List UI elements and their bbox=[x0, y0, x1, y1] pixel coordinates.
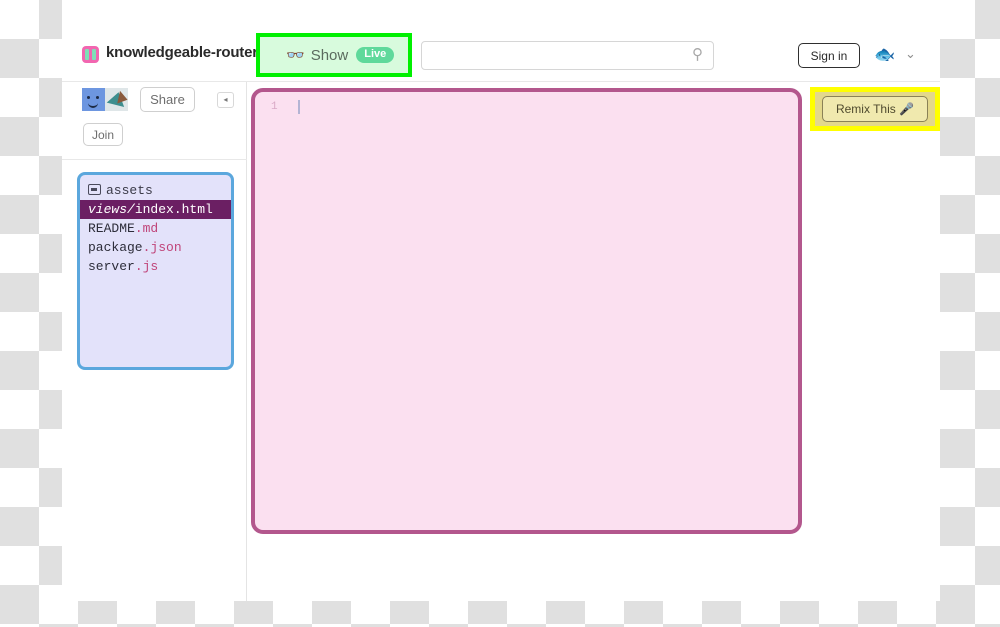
file-base: index bbox=[134, 202, 174, 217]
remix-button-highlight: Remix This 🎤 bbox=[810, 87, 940, 131]
join-button[interactable]: Join bbox=[83, 123, 123, 146]
file-list-item-index-html[interactable]: views/index.html bbox=[80, 200, 231, 219]
share-button[interactable]: Share bbox=[140, 87, 195, 112]
search-icon[interactable]: ⚲ bbox=[692, 47, 706, 63]
search-box[interactable]: ⚲ bbox=[421, 41, 714, 70]
sidebar-divider bbox=[62, 159, 247, 160]
teal-shape-avatar[interactable] bbox=[105, 88, 128, 111]
project-name: knowledgeable-router bbox=[106, 44, 258, 61]
file-list-panel: assets views/index.html README.md packag… bbox=[77, 172, 234, 370]
editor-line-number: 1 bbox=[271, 101, 278, 113]
editor-caret bbox=[298, 100, 300, 114]
file-ext: .md bbox=[134, 221, 159, 236]
show-label: Show bbox=[310, 46, 349, 64]
project-book-icon bbox=[82, 46, 99, 63]
file-base: server bbox=[88, 259, 135, 274]
sign-in-button[interactable]: Sign in bbox=[798, 43, 860, 68]
remix-this-button[interactable]: Remix This 🎤 bbox=[822, 96, 928, 122]
show-live-button[interactable]: 👓 Show Live bbox=[256, 33, 412, 77]
file-dir: views/ bbox=[88, 202, 135, 217]
file-ext: .js bbox=[134, 259, 159, 274]
remix-button-inner: Remix This 🎤 bbox=[815, 92, 935, 126]
file-list-item-server-js[interactable]: server.js bbox=[80, 257, 231, 276]
collapse-sidebar-icon[interactable]: ◂ bbox=[217, 92, 234, 108]
live-badge: Live bbox=[356, 47, 395, 63]
file-base: README bbox=[88, 221, 135, 236]
sidebar: Share ◂ Join assets views/index.html REA… bbox=[62, 82, 247, 601]
blue-smiley-avatar[interactable] bbox=[82, 88, 105, 111]
avatar[interactable]: 🐟 bbox=[870, 43, 900, 67]
file-list-item-assets[interactable]: assets bbox=[80, 181, 231, 200]
app-header: knowledgeable-router ⌄ 👓 Show Live ⚲ Sig… bbox=[62, 0, 940, 82]
search-input[interactable] bbox=[421, 41, 714, 70]
collaborator-avatars bbox=[82, 88, 128, 111]
code-editor[interactable]: 1 bbox=[251, 88, 802, 534]
file-list-item-package-json[interactable]: package.json bbox=[80, 238, 231, 257]
file-ext: .json bbox=[142, 240, 182, 255]
file-base: package bbox=[88, 240, 143, 255]
file-name: assets bbox=[106, 183, 153, 198]
app-window: knowledgeable-router ⌄ 👓 Show Live ⚲ Sig… bbox=[62, 0, 940, 601]
glasses-icon: 👓 bbox=[286, 46, 305, 64]
folder-icon bbox=[88, 184, 101, 195]
file-list-item-readme-md[interactable]: README.md bbox=[80, 219, 231, 238]
file-ext: .html bbox=[173, 202, 213, 217]
user-menu-chevron-down-icon[interactable]: ⌄ bbox=[905, 47, 916, 61]
